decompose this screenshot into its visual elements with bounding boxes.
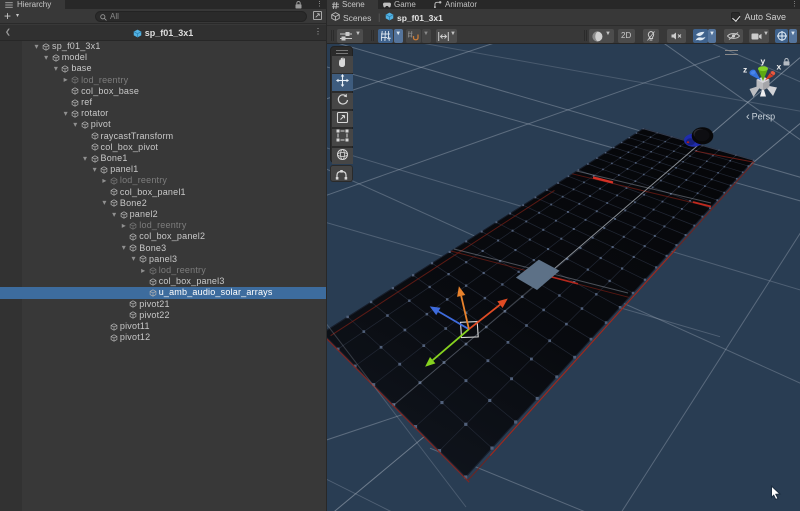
svg-text:x: x xyxy=(777,62,782,72)
svg-text:z: z xyxy=(743,65,747,75)
svg-text:y: y xyxy=(761,56,766,66)
